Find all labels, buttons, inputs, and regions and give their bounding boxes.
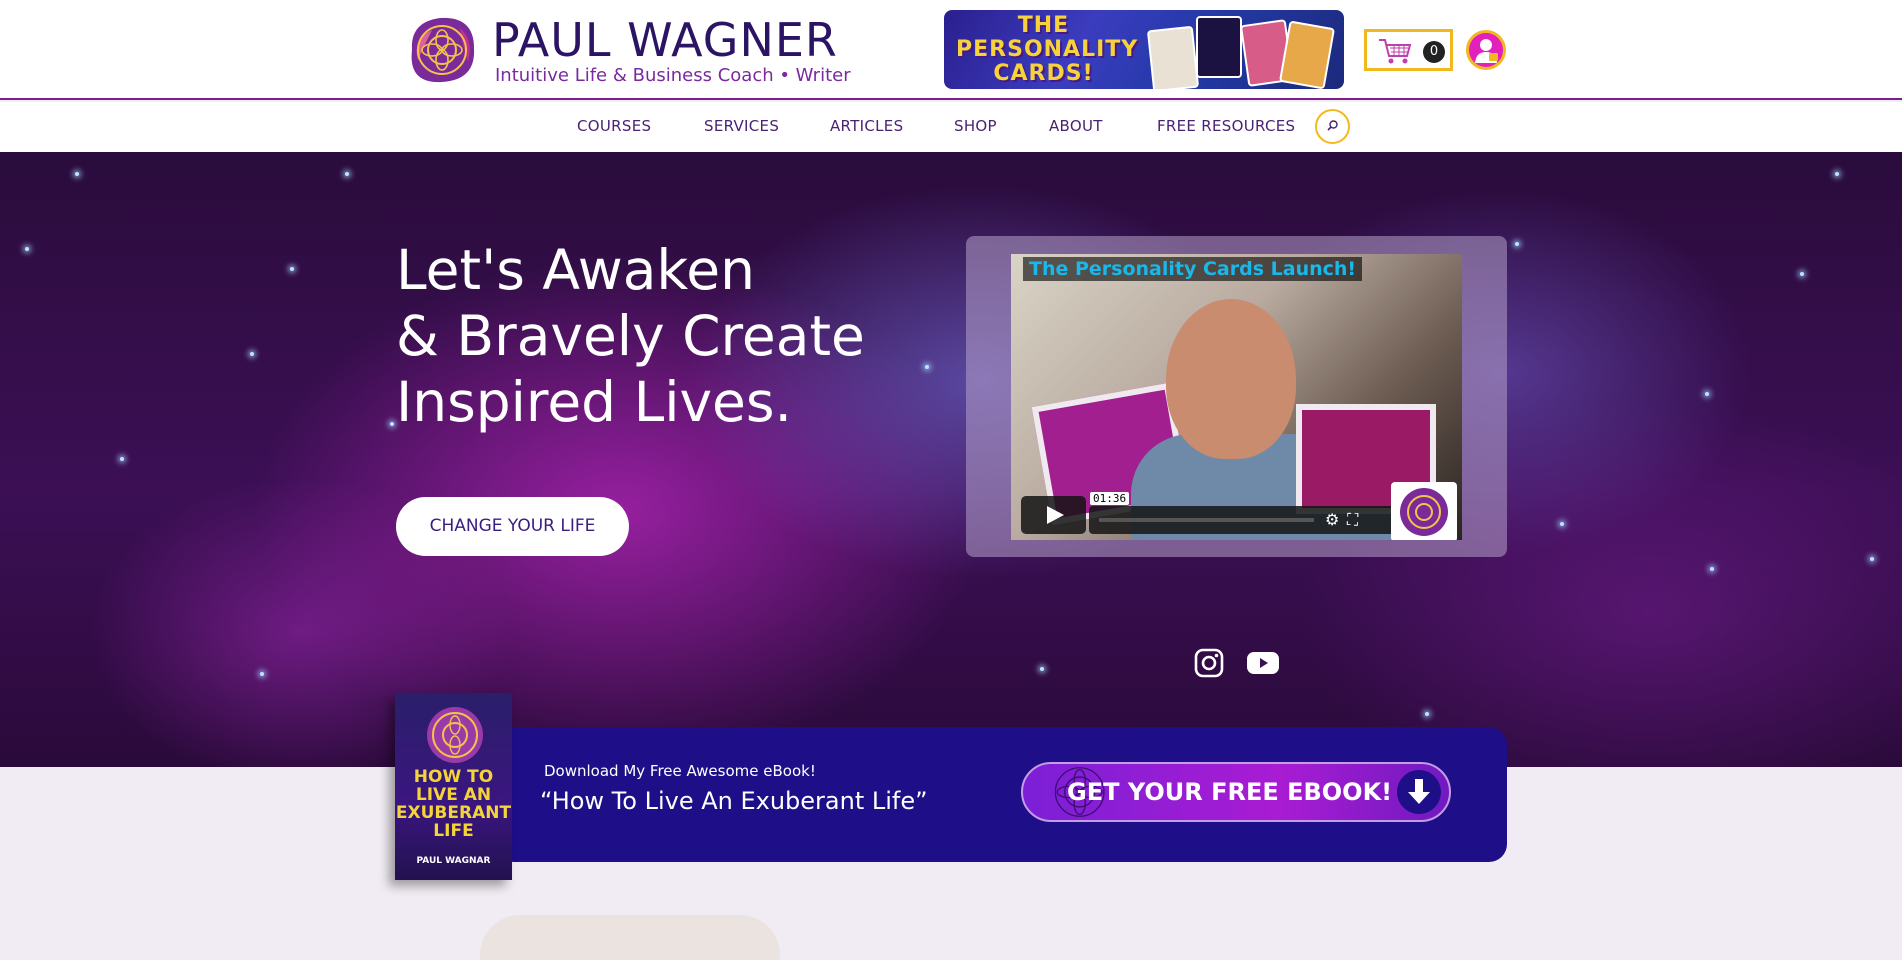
main-nav: COURSES SERVICES ARTICLES SHOP ABOUT FRE…: [0, 102, 1902, 152]
star-decoration: [390, 422, 394, 426]
star-decoration: [925, 365, 929, 369]
fullscreen-icon[interactable]: ⛶: [1347, 510, 1358, 530]
hero-section: Let's Awaken & Bravely Create Inspired L…: [0, 152, 1902, 767]
ebook-intro-text: Download My Free Awesome eBook!: [544, 762, 816, 780]
video-time: 01:36: [1090, 492, 1130, 505]
video-controls: ⚙ ⛶: [1089, 506, 1399, 534]
star-decoration: [290, 267, 294, 271]
change-your-life-button[interactable]: CHANGE YOUR LIFE: [396, 497, 629, 556]
settings-gear-icon[interactable]: ⚙: [1325, 510, 1339, 529]
video-title: The Personality Cards Launch!: [1023, 257, 1363, 281]
account-button[interactable]: [1466, 30, 1506, 70]
mandala-logo-icon: [427, 707, 483, 763]
download-arrow-icon: [1397, 770, 1441, 814]
star-decoration: [75, 172, 79, 176]
site-header: PAUL WAGNER Intuitive Life & Business Co…: [0, 0, 1902, 100]
nav-item-free-resources[interactable]: FREE RESOURCES: [1157, 117, 1295, 135]
ebook-title-text: “How To Live An Exuberant Life”: [540, 787, 928, 815]
video-player[interactable]: The Personality Cards Launch! ⚙ ⛶ 01:36: [1011, 254, 1462, 540]
star-decoration: [345, 172, 349, 176]
personality-cards-promo[interactable]: THE PERSONALITY CARDS!: [944, 10, 1344, 89]
logo-tagline: Intuitive Life & Business Coach • Writer: [495, 65, 851, 86]
decorative-shape: [480, 915, 780, 960]
star-decoration: [1515, 242, 1519, 246]
ebook-cover: HOW TO LIVE AN EXUBERANT LIFE PAUL WAGNA…: [395, 693, 512, 880]
star-decoration: [1560, 522, 1564, 526]
hero-headline: Let's Awaken & Bravely Create Inspired L…: [396, 237, 865, 435]
get-free-ebook-button[interactable]: GET YOUR FREE EBOOK!: [1021, 762, 1451, 822]
star-decoration: [260, 672, 264, 676]
nav-item-shop[interactable]: SHOP: [954, 117, 997, 135]
star-decoration: [120, 457, 124, 461]
star-decoration: [1870, 557, 1874, 561]
star-decoration: [1835, 172, 1839, 176]
promo-card-image: [1146, 25, 1200, 89]
headline-line: Let's Awaken: [396, 238, 756, 302]
ebook-button-label: GET YOUR FREE EBOOK!: [1067, 778, 1393, 806]
star-decoration: [1710, 567, 1714, 571]
headline-line: & Bravely Create: [396, 304, 865, 368]
star-decoration: [1705, 392, 1709, 396]
cart-count-badge: 0: [1423, 41, 1445, 63]
nav-item-about[interactable]: ABOUT: [1049, 117, 1103, 135]
search-icon: [1327, 120, 1338, 131]
nav-item-articles[interactable]: ARTICLES: [830, 117, 903, 135]
instagram-icon[interactable]: [1193, 647, 1225, 679]
youtube-icon[interactable]: [1246, 647, 1280, 679]
book-author: PAUL WAGNAR: [416, 856, 491, 866]
star-decoration: [1425, 712, 1429, 716]
nav-item-services[interactable]: SERVICES: [704, 117, 779, 135]
mandala-logo-icon: [411, 17, 475, 83]
star-decoration: [25, 247, 29, 251]
play-button[interactable]: [1021, 496, 1086, 534]
site-logo[interactable]: PAUL WAGNER Intuitive Life & Business Co…: [402, 10, 851, 90]
search-button[interactable]: [1315, 109, 1350, 144]
star-decoration: [1040, 667, 1044, 671]
book-title: HOW TO LIVE AN EXUBERANT LIFE: [395, 767, 512, 841]
video-logo-icon: [1391, 482, 1457, 540]
user-lock-icon: [1475, 39, 1498, 63]
headline-line: Inspired Lives.: [396, 370, 793, 434]
person-face-image: [1166, 299, 1296, 459]
promo-card-image: [1196, 16, 1242, 78]
cart-button[interactable]: 0: [1364, 29, 1453, 71]
video-progress-bar[interactable]: [1099, 518, 1314, 522]
shopping-cart-icon: [1379, 39, 1412, 64]
promo-card-image: [1278, 20, 1336, 89]
logo-name: PAUL WAGNER: [492, 13, 838, 67]
star-decoration: [1800, 272, 1804, 276]
promo-title: THE PERSONALITY CARDS!: [956, 13, 1139, 86]
star-decoration: [250, 352, 254, 356]
nav-item-courses[interactable]: COURSES: [577, 117, 651, 135]
